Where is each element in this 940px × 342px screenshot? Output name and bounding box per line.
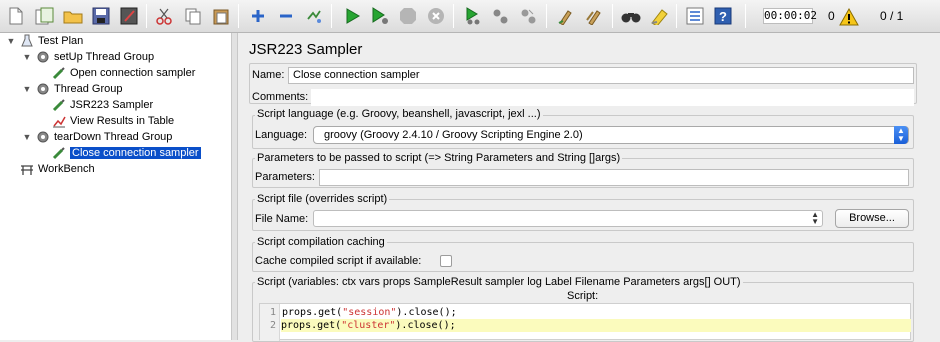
tree-node-jsr223-sampler[interactable]: JSR223 Sampler	[52, 97, 153, 113]
line-number: 1	[269, 307, 276, 318]
parameters-group-title: Parameters to be passed to script (=> St…	[255, 152, 623, 164]
language-select-value: groovy (Groovy 2.4.10 / Groovy Scripting…	[324, 129, 583, 141]
cache-label: Cache compiled script if available:	[255, 255, 422, 267]
expand-toggle-icon[interactable]: ▼	[6, 36, 16, 46]
parameters-field[interactable]	[319, 169, 909, 186]
tree-node-thread-group[interactable]: Thread Group	[36, 81, 122, 97]
expand-toggle-icon[interactable]: ▼	[22, 84, 32, 94]
caching-group-title: Script compilation caching	[255, 236, 387, 248]
start-no-pause-icon[interactable]	[369, 5, 391, 27]
remote-stop-icon[interactable]	[490, 5, 512, 27]
remote-shutdown-icon[interactable]	[518, 5, 540, 27]
tree-node-teardown-thread-group[interactable]: tearDown Thread Group	[36, 129, 172, 145]
function-helper-icon[interactable]	[684, 5, 706, 27]
browse-button[interactable]: Browse...	[835, 209, 909, 228]
code-line-highlighted: props.get("cluster").close();	[281, 319, 911, 332]
svg-text:?: ?	[719, 9, 727, 24]
tree-node-open-connection-sampler[interactable]: Open connection sampler	[52, 65, 195, 81]
paste-icon[interactable]	[210, 5, 232, 27]
chart-icon	[52, 114, 66, 128]
language-label: Language:	[255, 129, 307, 141]
copy-icon[interactable]	[182, 5, 204, 27]
language-select[interactable]: groovy (Groovy 2.4.10 / Groovy Scripting…	[313, 126, 909, 144]
line-number: 2	[269, 320, 276, 331]
parameters-label: Parameters:	[255, 171, 315, 183]
stop-icon[interactable]	[397, 5, 419, 27]
file-name-label: File Name:	[255, 213, 309, 225]
reset-search-icon[interactable]	[648, 5, 670, 27]
script-header: Script:	[567, 290, 599, 302]
script-group-title: Script (variables: ctx vars props Sample…	[255, 276, 743, 288]
gear-icon	[36, 130, 50, 144]
page-title: JSR223 Sampler	[249, 41, 363, 58]
script-file-group-title: Script file (overrides script)	[255, 193, 390, 205]
tree-node-setup-thread-group[interactable]: setUp Thread Group	[36, 49, 154, 65]
tree-node-view-results-in-table[interactable]: View Results in Table	[52, 113, 174, 129]
clear-icon[interactable]	[556, 5, 578, 27]
comments-label: Comments:	[252, 91, 309, 103]
sampler-panel: JSR223 Sampler Name: Close connection sa…	[239, 33, 940, 342]
active-threads-count: 0 / 1	[880, 9, 904, 23]
pipette-icon	[52, 66, 66, 80]
test-plan-tree: ▼ Test Plan ▼ setUp Thread Group Open co…	[0, 33, 232, 340]
updown-arrows-icon: ▲ ▼	[811, 210, 819, 226]
file-name-combo[interactable]: ▲ ▼	[313, 210, 823, 227]
search-icon[interactable]	[620, 5, 642, 27]
name-label: Name:	[252, 69, 285, 81]
script-language-group-title: Script language (e.g. Groovy, beanshell,…	[255, 108, 543, 120]
new-icon[interactable]	[5, 5, 27, 27]
save-icon[interactable]	[90, 5, 112, 27]
updown-arrows-icon: ▲ ▼	[894, 126, 908, 144]
elapsed-timer: 00:00:02	[763, 8, 817, 24]
tree-node-test-plan[interactable]: Test Plan	[20, 33, 83, 49]
cut-icon[interactable]	[153, 5, 175, 27]
flask-icon	[20, 34, 34, 48]
expand-toggle-icon[interactable]: ▼	[22, 132, 32, 142]
toggle-icon[interactable]	[303, 5, 325, 27]
comments-field[interactable]	[311, 89, 914, 106]
warning-count: 0	[828, 9, 835, 23]
gear-icon	[36, 50, 50, 64]
save-as-icon[interactable]	[118, 5, 140, 27]
expand-icon[interactable]	[247, 5, 269, 27]
expand-toggle-icon[interactable]: ▼	[22, 52, 32, 62]
templates-icon[interactable]	[34, 5, 56, 27]
cache-checkbox[interactable]	[440, 255, 452, 267]
pane-splitter[interactable]	[232, 33, 238, 340]
pipette-icon	[52, 98, 66, 112]
shutdown-icon[interactable]	[425, 5, 447, 27]
line-number-gutter: 1 2	[260, 304, 280, 341]
toolbar: ? 00:00:02 0 0 / 1	[0, 0, 940, 33]
open-icon[interactable]	[62, 5, 84, 27]
gear-icon	[36, 82, 50, 96]
script-editor[interactable]: 1 2 props.get("session").close(); props.…	[259, 303, 911, 341]
workbench-icon	[20, 162, 34, 176]
tree-node-workbench[interactable]: WorkBench	[20, 161, 95, 177]
tree-node-close-connection-sampler[interactable]: Close connection sampler	[52, 145, 201, 161]
code-line: props.get("session").close();	[282, 307, 457, 318]
collapse-icon[interactable]	[275, 5, 297, 27]
warning-icon[interactable]	[838, 6, 860, 28]
remote-start-icon[interactable]	[462, 5, 484, 27]
name-field[interactable]: Close connection sampler	[288, 67, 914, 84]
clear-all-icon[interactable]	[584, 5, 606, 27]
help-icon[interactable]: ?	[712, 5, 734, 27]
start-icon[interactable]	[341, 5, 363, 27]
pipette-icon	[52, 146, 66, 160]
